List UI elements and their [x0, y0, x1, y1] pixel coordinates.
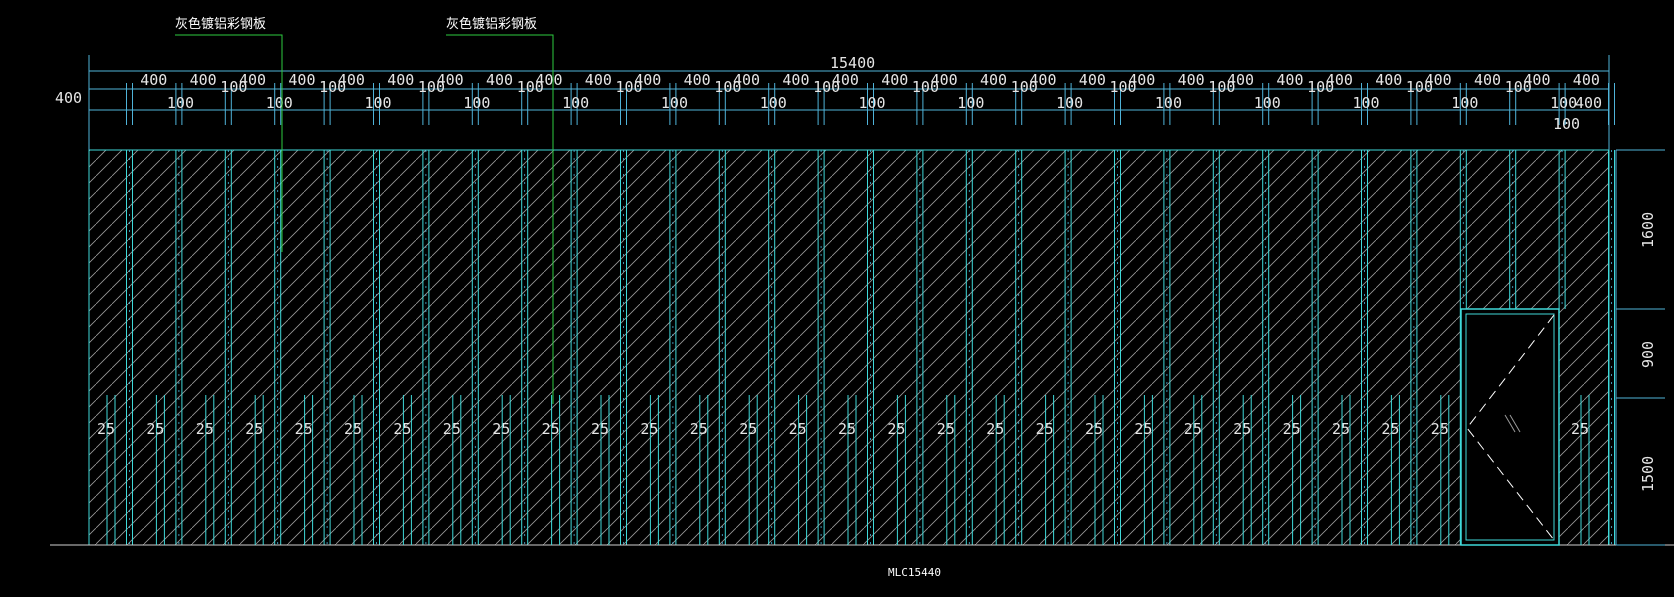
- height-dimension-text: 900: [1639, 341, 1657, 368]
- gap-label: 25: [196, 420, 214, 438]
- gap-label: 25: [443, 420, 461, 438]
- gap-label: 25: [789, 420, 807, 438]
- gap-label: 25: [1332, 420, 1350, 438]
- segment-width-label: 400: [387, 71, 414, 89]
- right-bottom-dimension-text: 100: [1553, 115, 1580, 133]
- segment-gap-label: 100: [463, 94, 490, 112]
- segment-width-label: 400: [1178, 71, 1205, 89]
- wall-panel-hatch: [89, 150, 1609, 545]
- segment-gap-label: 100: [1011, 78, 1038, 96]
- height-dimension-text: 1600: [1639, 212, 1657, 248]
- segment-gap-label: 100: [562, 94, 589, 112]
- segment-gap-label: 100: [760, 94, 787, 112]
- segment-gap-label: 100: [714, 78, 741, 96]
- segment-gap-label: 100: [1254, 94, 1281, 112]
- segment-gap-label: 100: [418, 78, 445, 96]
- gap-label: 25: [591, 420, 609, 438]
- segment-width-label: 400: [190, 71, 217, 89]
- segment-gap-label: 100: [1406, 78, 1433, 96]
- segment-width-label: 400: [486, 71, 513, 89]
- segment-width-label: 400: [585, 71, 612, 89]
- segment-gap-label: 100: [661, 94, 688, 112]
- segment-width-label: 400: [288, 71, 315, 89]
- gap-label: 25: [937, 420, 955, 438]
- gap-label: 25: [1571, 420, 1589, 438]
- gap-label: 25: [640, 420, 658, 438]
- gap-label: 25: [1085, 420, 1103, 438]
- segment-gap-label: 100: [167, 94, 194, 112]
- segment-gap-label: 100: [813, 78, 840, 96]
- segment-width-label: 400: [980, 71, 1007, 89]
- segment-width-label: 400: [782, 71, 809, 89]
- gap-label: 25: [542, 420, 560, 438]
- segment-gap-label: 100: [220, 78, 247, 96]
- segment-width-label: 400: [881, 71, 908, 89]
- segment-width-label: 400: [1079, 71, 1106, 89]
- gap-label: 25: [1036, 420, 1054, 438]
- segment-gap-label: 100: [1110, 78, 1137, 96]
- gap-label: 25: [146, 420, 164, 438]
- gap-label: 25: [986, 420, 1004, 438]
- segment-gap-label: 100: [319, 78, 346, 96]
- right-top-dimension-text: 400: [1575, 94, 1602, 112]
- gap-label: 25: [690, 420, 708, 438]
- gap-label: 25: [739, 420, 757, 438]
- gap-label: 25: [838, 420, 856, 438]
- drawing-caption: MLC15440: [888, 566, 941, 579]
- segment-gap-label: 100: [1550, 94, 1577, 112]
- left-offset-dimension-text: 400: [55, 89, 82, 107]
- segment-width-label: 400: [1474, 71, 1501, 89]
- segment-gap-label: 100: [365, 94, 392, 112]
- segment-gap-label: 100: [616, 78, 643, 96]
- gap-label: 25: [1283, 420, 1301, 438]
- segment-gap-label: 100: [912, 78, 939, 96]
- segment-gap-label: 100: [859, 94, 886, 112]
- segment-width-label: 400: [140, 71, 167, 89]
- gap-label: 25: [1381, 420, 1399, 438]
- segment-width-label: 400: [1276, 71, 1303, 89]
- segment-width-label: 400: [1375, 71, 1402, 89]
- gap-label: 25: [393, 420, 411, 438]
- gap-label: 25: [295, 420, 313, 438]
- segment-width-label: 400: [1573, 71, 1600, 89]
- door: [1460, 308, 1560, 546]
- segment-width-label: 400: [684, 71, 711, 89]
- callout-label: 灰色镀铝彩钢板: [446, 16, 537, 32]
- gap-label: 25: [245, 420, 263, 438]
- elevation-drawing: 400 400100400100 400100400100 400100400100 4…: [50, 16, 1674, 579]
- gap-label: 25: [1134, 420, 1152, 438]
- height-dimension-text: 1500: [1639, 456, 1657, 492]
- gap-label: 25: [492, 420, 510, 438]
- gap-label: 25: [1233, 420, 1251, 438]
- segment-gap-label: 100: [1353, 94, 1380, 112]
- gap-label: 25: [97, 420, 115, 438]
- callout-label: 灰色镀铝彩钢板: [175, 16, 266, 32]
- segment-gap-label: 100: [957, 94, 984, 112]
- segment-gap-label: 100: [517, 78, 544, 96]
- height-dimensions: 1600 900 1500: [1615, 149, 1665, 546]
- segment-gap-label: 100: [1208, 78, 1235, 96]
- overall-dimension-text: 15400: [830, 54, 875, 72]
- gap-label: 25: [1184, 420, 1202, 438]
- segment-gap-label: 100: [1155, 94, 1182, 112]
- gap-label: 25: [1431, 420, 1449, 438]
- segment-gap-label: 100: [266, 94, 293, 112]
- cad-elevation-canvas[interactable]: 400 400 100 400 100 400 100 400 100 400 100 400 100 4…: [0, 0, 1674, 592]
- segment-gap-label: 100: [1451, 94, 1478, 112]
- segment-gap-label: 100: [1056, 94, 1083, 112]
- segment-gap-label: 100: [1307, 78, 1334, 96]
- gap-label: 25: [887, 420, 905, 438]
- segment-gap-label: 100: [1505, 78, 1532, 96]
- gap-label: 25: [344, 420, 362, 438]
